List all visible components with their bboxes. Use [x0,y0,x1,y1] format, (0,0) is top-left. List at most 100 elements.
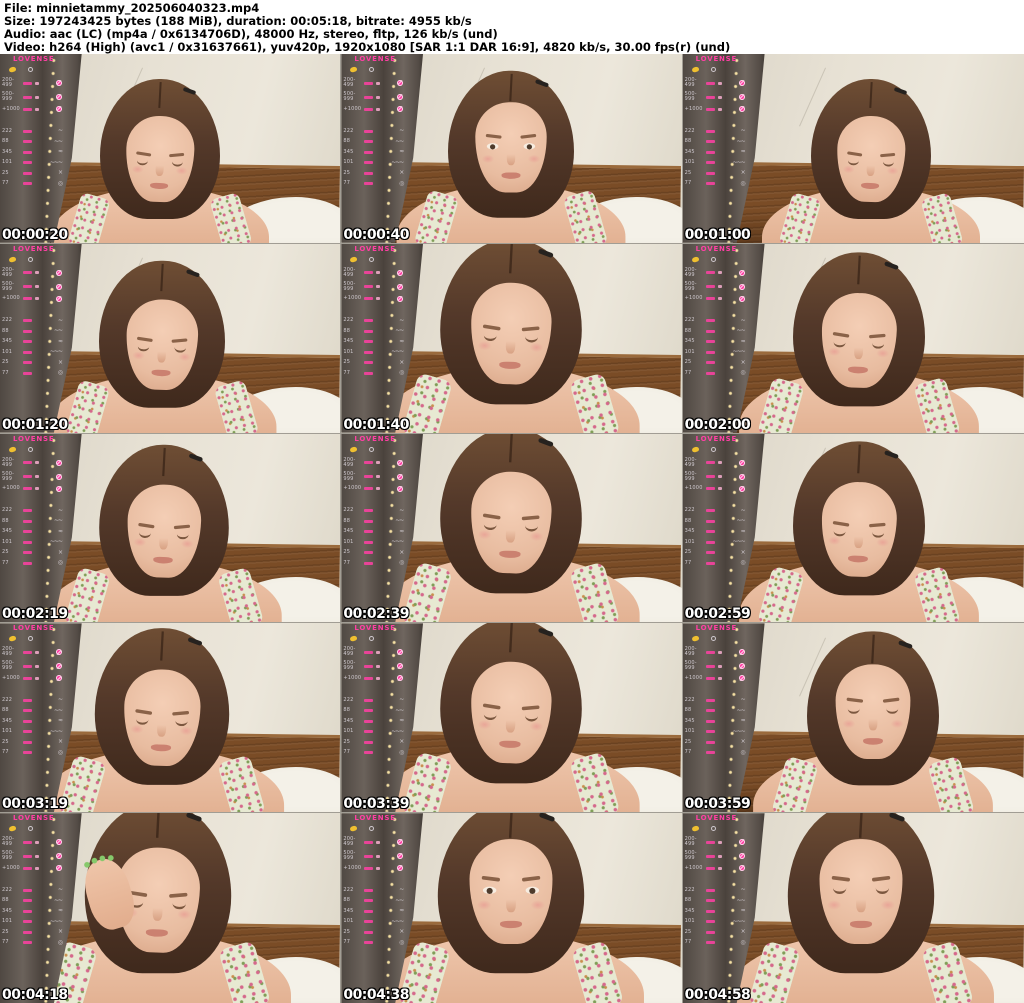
wave-pattern-icon: ≈ [57,337,63,345]
eye-right [872,341,885,349]
vibration-pattern-row: 222 ~ [343,887,404,893]
vibration-pattern-row: 222 ~ [343,128,404,134]
pattern-level-bar [705,519,715,523]
vibration-pattern-row: 25 × [685,929,746,935]
vibration-pattern-row: 345 ≈ [2,527,63,535]
lovense-logo: LOVENSE [354,244,396,253]
timer-icon [710,826,716,832]
crossed-circle-icon [738,94,745,100]
lovense-tip-menu-overlay: LOVENSE 200-499 500-999 +1000 222 ~88 ~~ 345 ≈… [341,623,405,756]
pattern-tip-amount: 25 [2,359,9,366]
pattern-level-bar [705,161,715,164]
wave-pattern-icon: ~~ [736,517,746,525]
eyebrow-right [172,711,190,716]
pattern-tip-amount: 222 [684,127,695,134]
cheek-blush-right [180,539,195,549]
tip-tier-row: 200-499 [2,837,62,847]
vibration-pattern-row: 101 ~~~ [685,918,746,925]
tip-tier-amount: +1000 [684,485,703,492]
crossed-circle-icon [56,839,62,846]
tip-level-bar [364,650,374,654]
tip-level-bar [23,676,32,680]
pattern-tip-amount: 222 [2,507,13,514]
vibration-pattern-list: 222 ~88 ~~ 345 ≈101 ~~~ 25 × 77 ◎ [685,887,746,946]
cross-icon: × [57,928,63,936]
nose [507,149,516,165]
tip-sub-bar [717,95,722,99]
vibration-pattern-row: 222 ~ [2,317,63,324]
vibration-pattern-row: 345 ≈ [2,337,63,345]
cheek-blush-right [179,726,194,736]
mouth [499,740,522,749]
pattern-level-bar [23,698,32,702]
wave-pattern-icon: ~~~ [732,538,746,546]
pattern-tip-amount: 222 [343,696,354,703]
nose [506,525,517,544]
tip-sub-bar [717,297,722,301]
mouth [151,369,171,377]
vibration-pattern-row: 222 ~ [685,507,746,514]
pattern-tip-amount: 77 [684,559,692,566]
tip-sub-bar [376,107,381,111]
pattern-tip-amount: 88 [2,517,9,524]
pattern-level-bar [23,171,32,175]
tip-tier-row: +1000 [685,106,745,112]
vibration-pattern-row: 101 ~~~ [685,728,746,735]
pattern-level-bar [705,340,715,344]
cheek-blush-left [827,346,842,356]
cheek-blush-left [132,350,146,360]
wave-pattern-icon: ~~~ [391,538,404,546]
cheek-blush-right [880,900,896,910]
pattern-level-bar [364,751,374,755]
pattern-level-bar [364,371,374,375]
mouth [848,366,869,374]
pattern-level-bar [705,920,715,924]
cheek-blush-right [529,342,545,352]
cheek-blush-left [842,164,856,174]
tip-tier-amount: +1000 [343,105,362,112]
wave-pattern-icon: ~~~ [391,917,404,925]
tip-tier-list: 200-499 500-999 +1000 [343,457,404,492]
wave-pattern-icon: ≈ [399,148,404,155]
crossed-circle-icon [56,865,62,872]
tip-level-bar [364,81,374,85]
pattern-level-bar [705,182,715,185]
video-thumbnail: LOVENSE 200-499 500-999 +1000 222 ~88 ~~ 345 ≈… [682,813,1024,1003]
pattern-level-bar [23,530,32,534]
tip-tier-row: +1000 [2,485,62,492]
person [741,625,1005,813]
vibration-pattern-row: 77 ◎ [2,749,63,756]
mouth [499,550,522,559]
pattern-tip-amount: 101 [2,348,13,355]
vibration-pattern-row: 77 ◎ [2,370,63,376]
crossed-circle-icon [56,649,62,656]
tip-tier-row: 200-499 [343,457,404,468]
tip-tier-amount: +1000 [2,105,20,112]
pattern-level-bar [705,751,715,755]
eye-left [484,333,498,341]
pattern-level-bar [364,350,374,354]
tip-tier-row: +1000 [684,485,745,492]
pattern-tip-amount: 77 [343,180,351,186]
tip-tier-row: 500-999 [685,661,745,671]
nose [159,533,169,551]
wave-pattern-icon: ~ [57,886,63,894]
lovense-logo: LOVENSE [695,624,738,633]
wave-pattern-icon: ≈ [57,527,63,535]
tip-tier-row: +1000 [685,865,745,872]
wave-pattern-icon: ~~ [395,137,404,145]
tip-tier-list: 200-499 500-999 +1000 [685,267,745,302]
wave-pattern-icon: ~~ [395,896,404,904]
tip-level-bar [23,866,32,870]
eyebrow-right [173,524,191,530]
pattern-tip-amount: 77 [343,749,351,756]
cross-icon: × [399,738,404,746]
lemon-icon [691,66,700,73]
pattern-tip-amount: 101 [343,159,354,165]
vibration-pattern-row: 101 ~~~ [343,728,404,735]
eyebrow-left [832,331,850,338]
wave-pattern-icon: ~ [740,127,746,134]
pattern-level-bar [23,888,32,892]
tip-level-bar [23,271,32,275]
tip-tier-amount: 200-499 [343,646,356,658]
